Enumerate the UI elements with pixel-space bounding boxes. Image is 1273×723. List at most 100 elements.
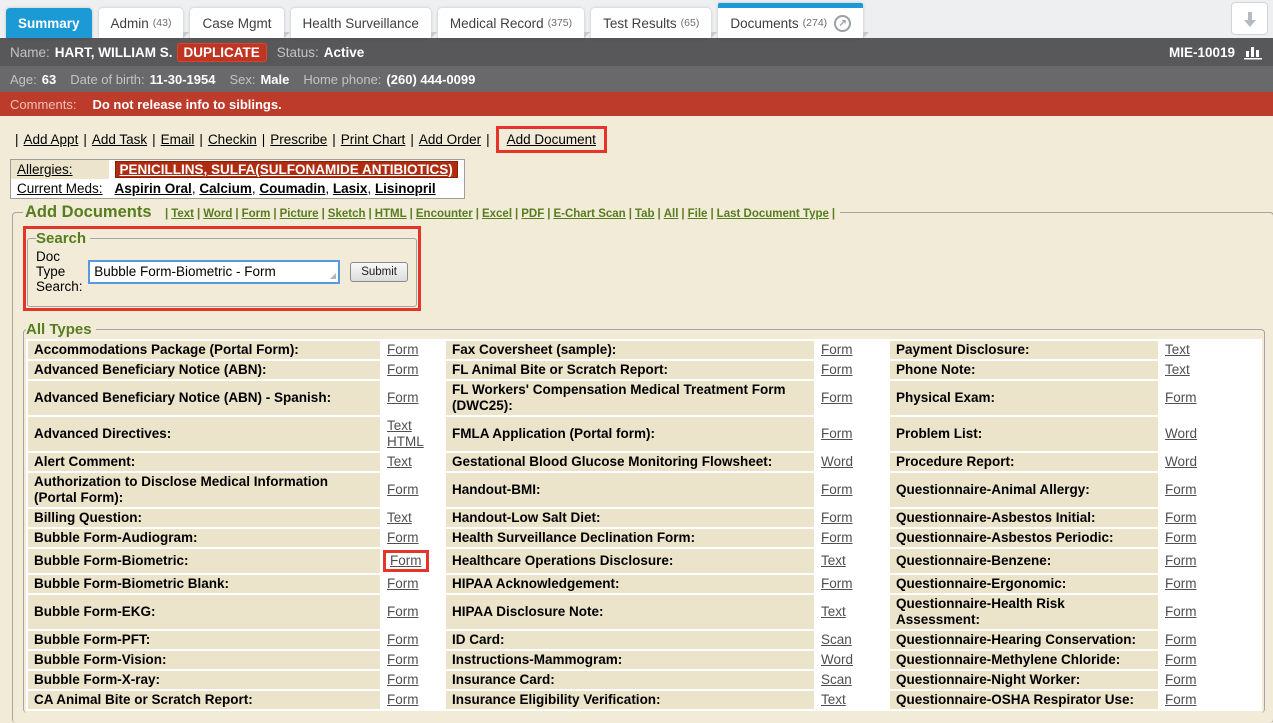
doc-format-link-e-chart-scan[interactable]: E-Chart Scan — [553, 208, 625, 220]
doc-type-label: Problem List: — [890, 417, 1158, 451]
doc-type-link-word[interactable]: Word — [821, 454, 853, 469]
doc-type-link-text[interactable]: Text — [1165, 362, 1190, 377]
doc-type-link-form[interactable]: Form — [387, 632, 419, 647]
doc-type-link-form[interactable]: Form — [821, 530, 853, 545]
doc-format-link-file[interactable]: File — [688, 208, 708, 220]
doc-type-link-form[interactable]: Form — [1165, 390, 1197, 405]
doc-type-link-form[interactable]: Form — [1165, 576, 1197, 591]
doc-type-link-form[interactable]: Form — [387, 692, 419, 707]
doc-type-link-word[interactable]: Word — [1165, 454, 1197, 469]
doc-type-link-cell: Form — [382, 361, 444, 379]
doc-type-link-form[interactable]: Form — [1165, 652, 1197, 667]
add-task-link[interactable]: Add Task — [92, 132, 147, 147]
doc-type-link-cell: Form — [816, 381, 888, 415]
doc-type-link-form[interactable]: Form — [387, 342, 419, 357]
doc-type-link-form[interactable]: Form — [387, 362, 419, 377]
doc-format-link-last-document-type[interactable]: Last Document Type — [717, 208, 829, 220]
add-document-link[interactable]: Add Document — [507, 132, 596, 147]
med-link-lisinopril[interactable]: Lisinopril — [375, 181, 436, 196]
doc-type-link-text[interactable]: Text — [821, 604, 846, 619]
doc-type-link-form[interactable]: Form — [387, 482, 419, 497]
med-link-calcium[interactable]: Calcium — [199, 181, 252, 196]
doc-type-link-form[interactable]: Form — [1165, 510, 1197, 525]
doc-format-link-picture[interactable]: Picture — [280, 208, 319, 220]
tab-case-mgmt[interactable]: Case Mgmt — [190, 8, 283, 38]
doc-type-link-word[interactable]: Word — [1165, 426, 1197, 441]
doc-format-link-sketch[interactable]: Sketch — [328, 208, 366, 220]
doc-type-link-form[interactable]: Form — [821, 342, 853, 357]
doc-type-link-form[interactable]: Form — [387, 604, 419, 619]
tab-documents[interactable]: Documents(274)↗ — [718, 3, 863, 38]
doc-type-link-form[interactable]: Form — [1165, 692, 1197, 707]
doc-type-link-cell: Text — [382, 509, 444, 527]
submit-button[interactable]: Submit — [350, 262, 408, 282]
doc-type-link-text[interactable]: Text — [821, 553, 846, 568]
doc-type-link-text[interactable]: Text — [1165, 342, 1190, 357]
email-link[interactable]: Email — [161, 132, 195, 147]
doc-type-link-form[interactable]: Form — [387, 530, 419, 545]
doc-type-link-form[interactable]: Form — [821, 426, 853, 441]
current-meds-link[interactable]: Current Meds: — [17, 181, 103, 196]
tab-medical-record[interactable]: Medical Record(375) — [438, 8, 584, 38]
doc-type-link-form[interactable]: Form — [821, 482, 853, 497]
doc-type-search-input[interactable] — [88, 260, 340, 284]
doc-type-link-form[interactable]: Form — [821, 576, 853, 591]
scroll-down-button[interactable] — [1231, 2, 1268, 35]
tab-admin[interactable]: Admin(43) — [99, 8, 184, 38]
add-order-link[interactable]: Add Order — [419, 132, 481, 147]
doc-format-link-html[interactable]: HTML — [375, 208, 407, 220]
doc-type-link-text[interactable]: Text — [387, 418, 412, 433]
table-row: Alert Comment:TextGestational Blood Gluc… — [28, 453, 1260, 471]
tab-summary[interactable]: Summary — [6, 8, 92, 38]
med-link-aspirin-oral[interactable]: Aspirin Oral — [115, 181, 192, 196]
doc-type-link-form[interactable]: Form — [1165, 530, 1197, 545]
doc-type-link-form[interactable]: Form — [387, 390, 419, 405]
doc-format-link-tab[interactable]: Tab — [635, 208, 655, 220]
print-chart-link[interactable]: Print Chart — [341, 132, 406, 147]
doc-type-link-form[interactable]: Form — [1165, 632, 1197, 647]
tab-health-surveillance[interactable]: Health Surveillance — [291, 8, 431, 38]
doc-type-link-word[interactable]: Word — [821, 652, 853, 667]
doc-type-link-form[interactable]: Form — [390, 553, 422, 568]
doc-format-link-pdf[interactable]: PDF — [521, 208, 544, 220]
tab-test-results[interactable]: Test Results(65) — [591, 8, 711, 38]
doc-type-link-form[interactable]: Form — [821, 510, 853, 525]
doc-type-link-form[interactable]: Form — [821, 362, 853, 377]
launch-icon[interactable]: ↗ — [834, 15, 851, 32]
tab-label: Case Mgmt — [202, 16, 271, 31]
doc-type-link-form[interactable]: Form — [387, 672, 419, 687]
med-link-coumadin[interactable]: Coumadin — [259, 181, 325, 196]
med-link-lasix[interactable]: Lasix — [333, 181, 368, 196]
doc-type-link-form[interactable]: Form — [1165, 604, 1197, 619]
doc-type-link-scan[interactable]: Scan — [821, 632, 852, 647]
doc-type-link-text[interactable]: Text — [387, 510, 412, 525]
doc-type-link-form[interactable]: Form — [1165, 553, 1197, 568]
doc-type-label: Procedure Report: — [890, 453, 1158, 471]
doc-format-link-excel[interactable]: Excel — [482, 208, 512, 220]
doc-type-link-form[interactable]: Form — [387, 652, 419, 667]
patient-chart-icon[interactable] — [1243, 44, 1263, 61]
allergies-link[interactable]: Allergies: — [17, 162, 73, 177]
doc-type-link-form[interactable]: Form — [821, 390, 853, 405]
doc-type-link-html[interactable]: HTML — [387, 434, 424, 449]
allergy-value-link[interactable]: PENICILLINS, SULFA(SULFONAMIDE ANTIBIOTI… — [115, 161, 458, 178]
doc-type-link-form[interactable]: Form — [387, 576, 419, 591]
phone-label: Home phone: — [303, 72, 381, 87]
doc-format-link-text[interactable]: Text — [171, 208, 194, 220]
doc-type-link-text[interactable]: Text — [821, 692, 846, 707]
doc-type-link-cell: Form — [816, 361, 888, 379]
doc-format-link-form[interactable]: Form — [242, 208, 271, 220]
doc-type-link-scan[interactable]: Scan — [821, 672, 852, 687]
prescribe-link[interactable]: Prescribe — [270, 132, 327, 147]
doc-format-link-word[interactable]: Word — [203, 208, 232, 220]
doc-format-link-all[interactable]: All — [664, 208, 679, 220]
doc-format-link-encounter[interactable]: Encounter — [416, 208, 473, 220]
add-appt-link[interactable]: Add Appt — [24, 132, 79, 147]
doc-type-link-text[interactable]: Text — [387, 454, 412, 469]
form-link-annotation-box: Form — [383, 550, 429, 572]
doc-type-link-cell: Word — [1160, 453, 1260, 471]
doc-type-link-form[interactable]: Form — [1165, 672, 1197, 687]
checkin-link[interactable]: Checkin — [208, 132, 257, 147]
doc-type-label: HIPAA Disclosure Note: — [446, 595, 814, 629]
doc-type-link-form[interactable]: Form — [1165, 482, 1197, 497]
